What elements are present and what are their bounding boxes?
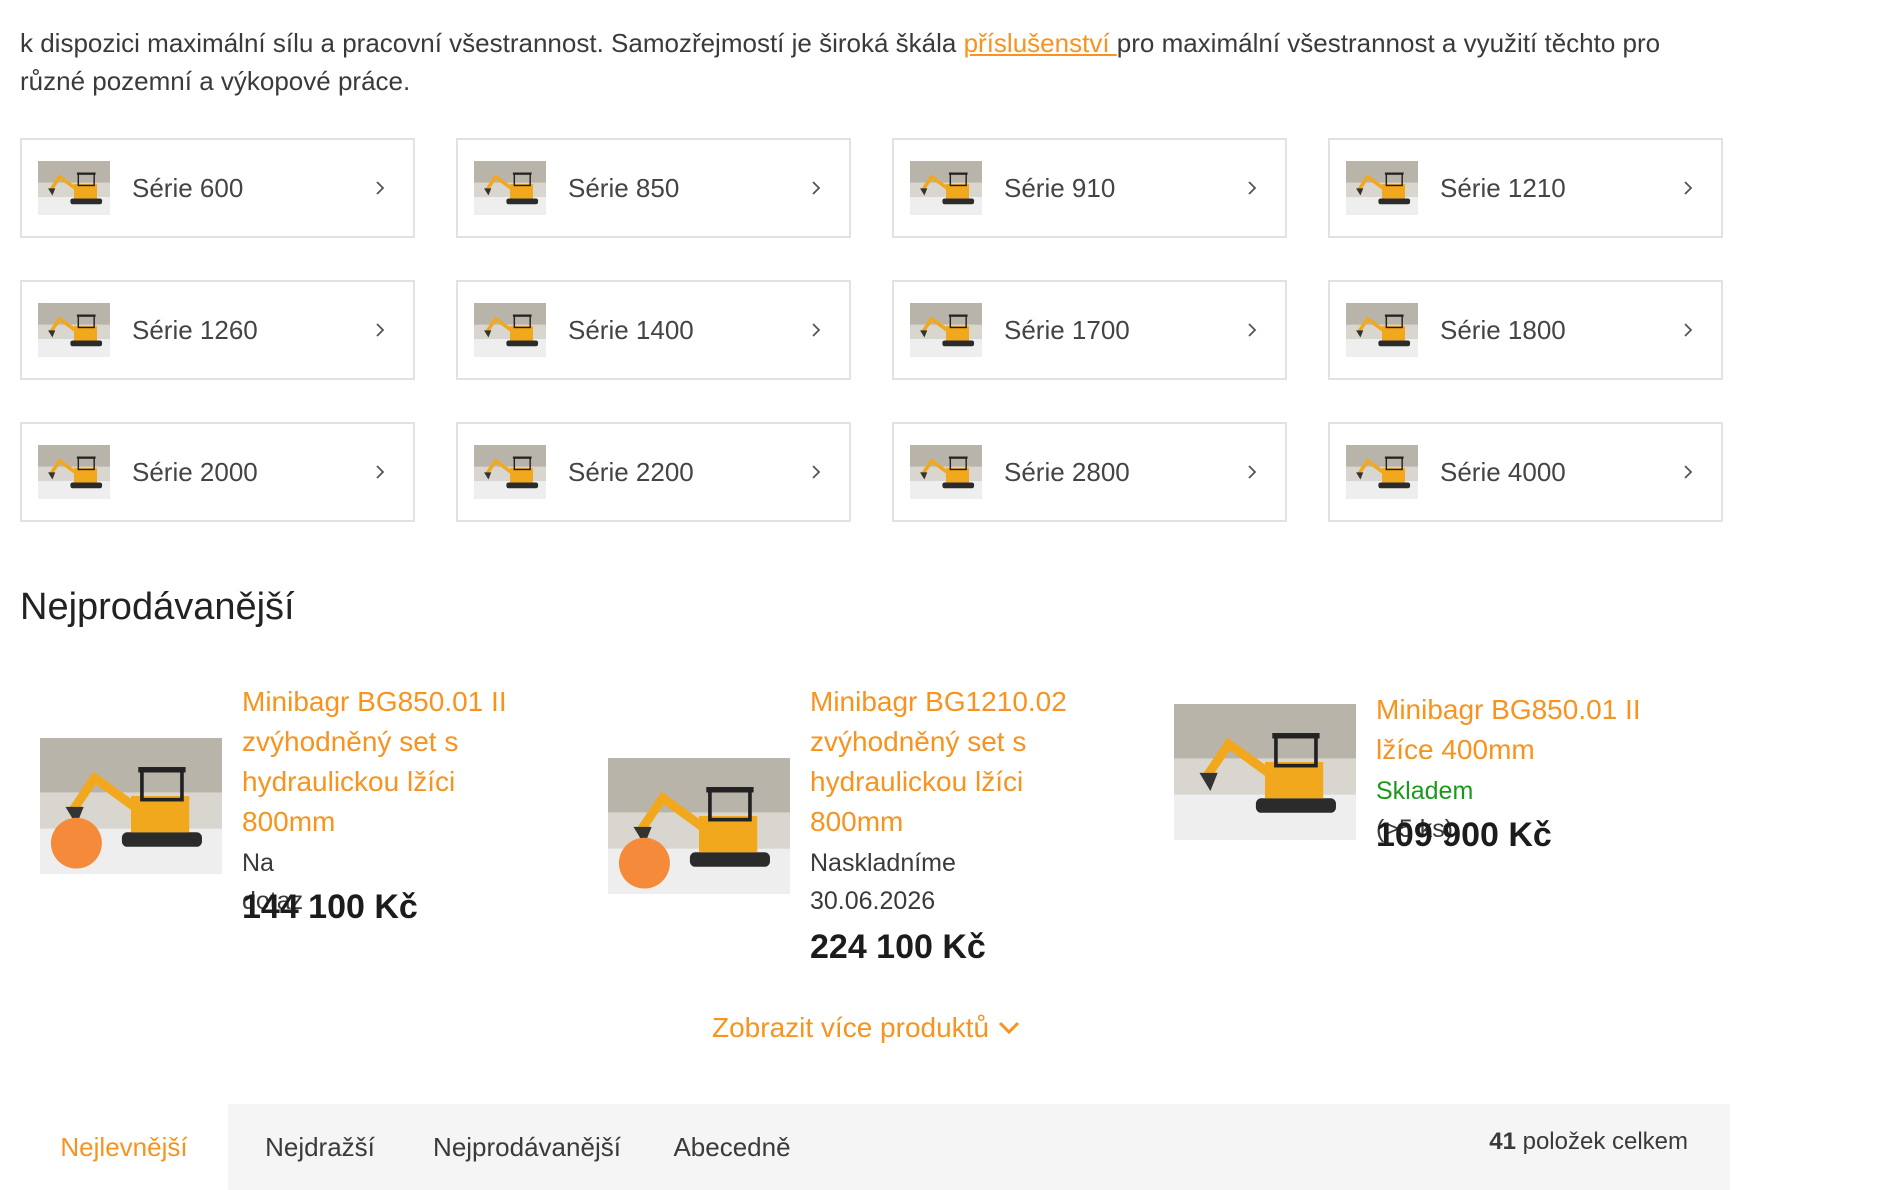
chevron-right-icon [812, 465, 821, 479]
total-count-label: položek celkem [1515, 1128, 1688, 1155]
category-label: Série 600 [132, 172, 244, 203]
product-title-link[interactable]: Minibagr BG850.01 II lžíce 400mm [1376, 690, 1676, 770]
category-tile-910[interactable]: Série 910 [892, 138, 1287, 238]
category-thumbnail [38, 161, 110, 215]
chevron-right-icon [1248, 181, 1257, 195]
page: k dispozici maximální sílu a pracovní vš… [0, 0, 1904, 1190]
category-thumbnail [910, 445, 982, 499]
category-thumbnail [474, 303, 546, 357]
category-label: Série 1210 [1440, 172, 1566, 203]
sort-tab-most-expensive[interactable]: Nejdražší [228, 1104, 412, 1190]
category-label: Série 2200 [568, 456, 694, 487]
sort-tab-alphabetical[interactable]: Abecedně [642, 1104, 822, 1190]
total-count-number: 41 [1489, 1128, 1516, 1155]
category-thumbnail [1346, 161, 1418, 215]
category-thumbnail [38, 445, 110, 499]
bestseller-products: Minibagr BG850.01 II zvýhodněný set s hy… [20, 680, 1730, 990]
product-availability: Naskladníme 30.06.2026 [810, 849, 956, 915]
product-price: 224 100 Kč [810, 928, 986, 966]
accessories-link[interactable]: příslušenství [964, 28, 1117, 58]
series-category-grid: Série 600 Série 850 Série 910 Série 1210… [20, 138, 1730, 522]
sort-bar: Nejlevnější Nejdražší Nejprodávanější Ab… [20, 1104, 1730, 1190]
category-label: Série 2000 [132, 456, 258, 487]
category-label: Série 850 [568, 172, 680, 203]
product-image[interactable] [608, 758, 790, 894]
product-price: 109 900 Kč [1376, 816, 1552, 854]
category-thumbnail [474, 161, 546, 215]
chevron-right-icon [1684, 465, 1693, 479]
sort-tab-bestselling[interactable]: Nejprodávanější [412, 1104, 642, 1190]
category-thumbnail [1346, 445, 1418, 499]
category-tile-2200[interactable]: Série 2200 [456, 422, 851, 522]
category-thumbnail [1346, 303, 1418, 357]
category-label: Série 910 [1004, 172, 1116, 203]
product-image[interactable] [40, 738, 222, 874]
category-thumbnail [474, 445, 546, 499]
chevron-right-icon [812, 323, 821, 337]
chevron-right-icon [812, 181, 821, 195]
category-tile-1260[interactable]: Série 1260 [20, 280, 415, 380]
category-tile-850[interactable]: Série 850 [456, 138, 851, 238]
chevron-right-icon [376, 323, 385, 337]
category-tile-1700[interactable]: Série 1700 [892, 280, 1287, 380]
category-tile-600[interactable]: Série 600 [20, 138, 415, 238]
show-more-label: Zobrazit více produktů [712, 1012, 990, 1043]
chevron-right-icon [376, 181, 385, 195]
category-tile-1400[interactable]: Série 1400 [456, 280, 851, 380]
total-items-count: 41 položek celkem [1489, 1128, 1688, 1156]
category-label: Série 4000 [1440, 456, 1566, 487]
product-title-link[interactable]: Minibagr BG1210.02 zvýhodněný set s hydr… [810, 682, 1100, 842]
chevron-right-icon [1684, 181, 1693, 195]
category-tile-1210[interactable]: Série 1210 [1328, 138, 1723, 238]
category-label: Série 1400 [568, 314, 694, 345]
intro-text-before: k dispozici maximální sílu a pracovní vš… [20, 28, 964, 58]
chevron-right-icon [1684, 323, 1693, 337]
chevron-down-icon [998, 1021, 1020, 1035]
category-label: Série 1800 [1440, 314, 1566, 345]
product-image[interactable] [1174, 704, 1356, 840]
category-tile-4000[interactable]: Série 4000 [1328, 422, 1723, 522]
show-more-products-button[interactable]: Zobrazit více produktů [712, 1012, 1021, 1044]
category-label: Série 2800 [1004, 456, 1130, 487]
category-tile-1800[interactable]: Série 1800 [1328, 280, 1723, 380]
chevron-right-icon [1248, 465, 1257, 479]
category-label: Série 1260 [132, 314, 258, 345]
category-tile-2000[interactable]: Série 2000 [20, 422, 415, 522]
bestsellers-heading: Nejprodávanější [20, 586, 295, 628]
sort-tab-cheapest[interactable]: Nejlevnější [20, 1104, 228, 1190]
category-thumbnail [910, 161, 982, 215]
category-thumbnail [910, 303, 982, 357]
chevron-right-icon [1248, 323, 1257, 337]
product-title-link[interactable]: Minibagr BG850.01 II zvýhodněný set s hy… [242, 682, 532, 842]
chevron-right-icon [376, 465, 385, 479]
product-price: 144 100 Kč [242, 888, 418, 926]
category-tile-2800[interactable]: Série 2800 [892, 422, 1287, 522]
intro-paragraph: k dispozici maximální sílu a pracovní vš… [20, 24, 1680, 100]
in-stock-label: Skladem [1376, 777, 1474, 805]
category-thumbnail [38, 303, 110, 357]
category-label: Série 1700 [1004, 314, 1130, 345]
